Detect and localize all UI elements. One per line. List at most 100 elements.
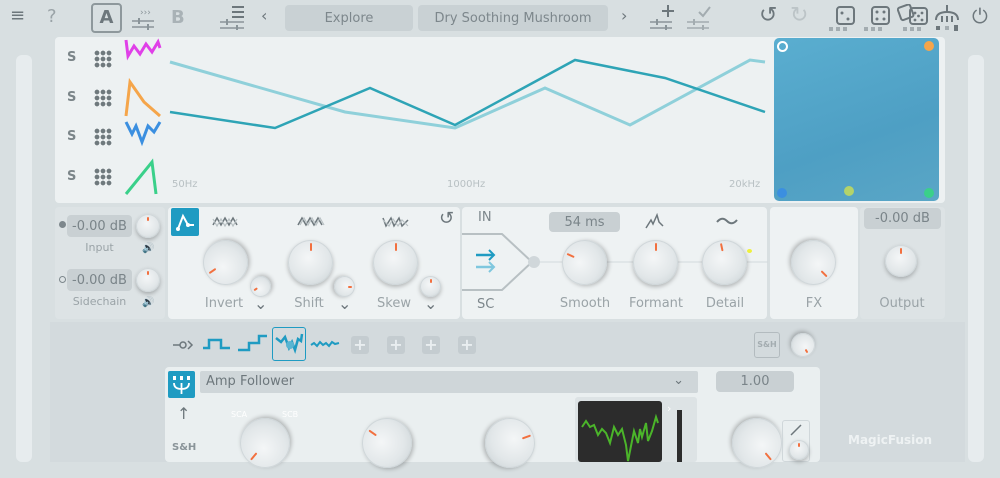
add-modulator-button[interactable]: + [458,336,476,354]
band-waveforms [124,38,162,195]
xy-handle-2[interactable] [924,41,934,51]
preset-name-selector[interactable]: Dry Soothing Mushroom [418,5,608,31]
grid-icon[interactable] [94,128,112,146]
solo-button[interactable]: S [67,90,76,105]
menu-icon[interactable]: ≡ [10,5,25,26]
help-icon[interactable]: ? [47,6,57,27]
mod-random-tab[interactable] [310,338,340,350]
shift-shape-icon [297,216,325,227]
speaker-icon[interactable]: 🔊 [142,297,154,308]
xy-handle-4[interactable] [844,186,854,196]
shift-dropdown[interactable]: ⌄ [338,294,351,313]
spectrum-graph[interactable] [165,40,770,200]
output-knob[interactable] [885,245,917,277]
freq-label-mid: 1000Hz [447,179,486,190]
grid-icon[interactable] [94,89,112,107]
polarity-icon[interactable] [783,421,809,439]
sh-label[interactable]: S&H [172,442,196,453]
shift-label: Shift [294,296,324,311]
skew-dropdown[interactable]: ⌄ [424,294,437,313]
mod-source-value: Amp Follower [206,374,295,389]
grid-icon[interactable] [94,50,112,68]
sidechain-label: Sidechain [72,295,127,308]
detail-label: Detail [705,296,745,311]
mod-amp-follower-tab[interactable] [272,327,306,361]
preset-list-icon[interactable] [218,4,246,30]
sc-label: SC [477,297,495,312]
preset-a-button[interactable]: A [91,3,122,33]
redo-button[interactable]: ↻ [790,3,808,28]
preset-b-button[interactable]: B [171,7,185,28]
power-button[interactable]: ⏻ [972,4,988,28]
xy-handle-1[interactable] [777,41,788,52]
copy-a-to-b-icon[interactable]: ››› [130,6,156,30]
save-preset-icon[interactable] [685,4,715,30]
mod-step-tab[interactable] [237,333,269,353]
next-preset-button[interactable]: › [621,6,627,25]
mod-lfo-square-tab[interactable] [202,336,232,354]
mod-offset-knob[interactable] [789,440,809,460]
waveform-green [124,158,158,195]
in-label: IN [478,210,492,225]
output-value[interactable]: -0.00 dB [864,208,941,229]
randomize-medium-icon[interactable] [863,5,893,31]
input-select-radio[interactable] [59,221,66,228]
xy-pad[interactable] [774,38,939,201]
randomize-heavy-icon[interactable] [897,4,931,32]
scope-expand-icon[interactable]: › [667,402,671,415]
output-label: Output [879,296,925,311]
preset-bank-selector[interactable]: Explore [285,5,413,31]
waveform-pink [124,38,162,61]
mod-routing-icon[interactable] [172,339,194,351]
scb-label: SCB [282,410,299,419]
sidechain-gain-knob[interactable] [136,268,160,292]
waveform-orange [124,77,161,118]
add-modulator-button[interactable]: + [351,336,369,354]
input-gain-value[interactable]: -0.00 dB [67,215,132,237]
grid-icon[interactable] [94,168,112,186]
randomize-light-icon[interactable] [828,5,858,31]
undo-button[interactable]: ↺ [759,3,777,28]
skew-knob[interactable] [373,240,418,285]
mod-target-button[interactable] [168,371,195,398]
skew-label: Skew [377,296,411,311]
formant-knob[interactable] [633,240,678,285]
skew-shape-icon [382,216,409,228]
add-modulator-button[interactable]: + [422,336,440,354]
add-modulator-button[interactable]: + [387,336,405,354]
svg-text:›››: ››› [140,8,151,18]
mod-level-meter [677,410,682,462]
invert-label: Invert [204,296,244,311]
invert-dropdown[interactable]: ⌄ [254,294,267,313]
envelope-shape-button[interactable] [171,208,199,236]
sample-hold-button[interactable]: S&H [754,332,780,358]
watermark-logo: MagicFusion [848,433,933,447]
reset-icon[interactable]: ↺ [439,208,454,229]
shift-knob[interactable] [288,240,333,285]
xy-handle-3[interactable] [777,188,787,198]
fx-label: FX [805,296,823,311]
smooth-value[interactable]: 54 ms [549,212,620,232]
input-gain-knob[interactable] [136,214,160,238]
mod-amount-value[interactable]: 1.00 [716,371,794,392]
smooth-label: Smooth [559,296,611,311]
waveform-blue [124,121,162,147]
sidechain-select-radio[interactable] [59,276,66,283]
chevron-down-icon: ⌄ [673,373,684,388]
speaker-icon[interactable]: 🔊 [142,243,154,254]
solo-button[interactable]: S [67,129,76,144]
mod-scope-display [578,401,662,462]
arrow-up-icon[interactable]: ↑ [177,404,190,423]
xy-handle-5[interactable] [924,188,934,198]
solo-button[interactable]: S [67,50,76,65]
save-new-preset-icon[interactable] [648,4,678,30]
randomize-settings-icon[interactable] [933,4,961,32]
sca-label: SCA [231,410,248,419]
solo-button[interactable]: S [67,169,76,184]
freq-label-high: 20kHz [729,179,761,190]
mod-source-dropdown[interactable]: Amp Follower ⌄ [200,371,698,393]
formant-label: Formant [628,296,684,311]
previous-preset-button[interactable]: ‹ [261,6,267,25]
left-side-rail [16,55,32,462]
sidechain-gain-value[interactable]: -0.00 dB [67,269,132,291]
